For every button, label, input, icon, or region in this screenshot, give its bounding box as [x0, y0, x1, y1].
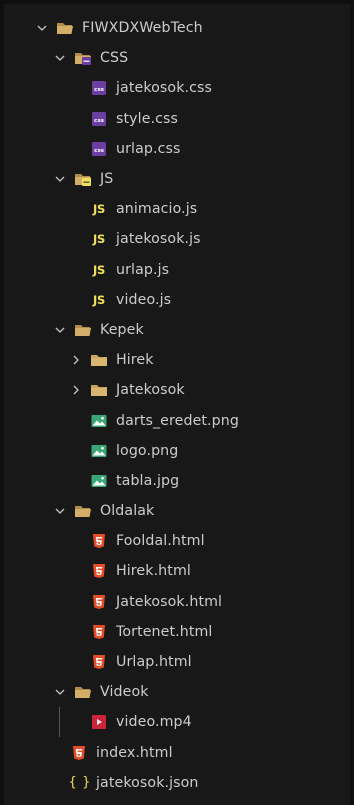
chevron-down-icon[interactable] [52, 684, 68, 700]
tree-file[interactable]: Urlap.html [4, 647, 350, 677]
js-file-icon: JS [93, 202, 105, 217]
tree-file[interactable]: video.mp4 [4, 707, 350, 738]
tree-item-label: jatekosok.json [96, 774, 199, 791]
folder-open-icon [74, 684, 92, 700]
tree-item-label: urlap.css [116, 140, 181, 157]
html5-file-icon [90, 594, 108, 610]
html5-file-icon [90, 624, 108, 640]
tree-item-label: darts_eredet.png [116, 412, 239, 429]
tree-item-label: Tortenet.html [116, 623, 213, 640]
tree-file[interactable]: Tortenet.html [4, 617, 350, 647]
css-file-icon [90, 80, 108, 96]
chevron-right-icon[interactable] [68, 382, 84, 398]
tree-item-label: Hirek [116, 352, 154, 369]
tree-file[interactable]: tabla.jpg [4, 466, 350, 496]
tree-item-label: JS [100, 171, 114, 188]
tree-file[interactable]: logo.png [4, 436, 350, 466]
tree-item-label: Hirek.html [116, 563, 191, 580]
tree-item-label: urlap.js [116, 261, 170, 278]
js-file-icon: JS [93, 232, 105, 247]
chevron-down-icon[interactable] [52, 50, 68, 66]
tree-item-label: Kepek [100, 321, 144, 338]
tree-file[interactable]: style.css [4, 104, 350, 134]
tree-file[interactable]: Jatekosok.html [4, 587, 350, 617]
css-file-icon [90, 141, 108, 157]
tree-item-label: tabla.jpg [116, 472, 180, 489]
tree-file[interactable]: darts_eredet.png [4, 405, 350, 435]
html5-file-icon [90, 563, 108, 579]
folder-closed-icon [90, 382, 108, 398]
indent-guide [59, 707, 60, 738]
tree-folder-videok[interactable]: Videok [4, 677, 350, 707]
tree-item-label: CSS [100, 50, 129, 67]
chevron-right-icon[interactable] [68, 352, 84, 368]
folder-open-icon [56, 20, 74, 36]
css-folder-open-icon [74, 50, 92, 66]
chevron-down-icon[interactable] [52, 171, 68, 187]
tree-item-label: FIWXDXWebTech [82, 20, 203, 37]
tree-file[interactable]: index.html [4, 738, 350, 768]
tree-item-label: Oldalak [100, 503, 155, 520]
css-file-icon [90, 111, 108, 127]
js-file-icon: JS [93, 262, 105, 277]
tree-folder-root[interactable]: FIWXDXWebTech [4, 13, 350, 43]
tree-file[interactable]: Hirek.html [4, 556, 350, 586]
tree-item-label: Fooldal.html [116, 533, 205, 550]
chevron-down-icon[interactable] [52, 503, 68, 519]
tree-item-label: Videok [100, 684, 149, 701]
tree-item-label: jatekosok.css [116, 80, 212, 97]
tree-item-label: video.mp4 [116, 714, 192, 731]
tree-folder-jatekosok[interactable]: Jatekosok [4, 375, 350, 405]
image-file-icon [90, 413, 108, 429]
tree-file[interactable]: urlap.css [4, 134, 350, 164]
chevron-down-icon[interactable] [52, 322, 68, 338]
tree-folder-js[interactable]: JS [4, 164, 350, 194]
tree-item-label: index.html [96, 744, 173, 761]
tree-folder-oldalak[interactable]: Oldalak [4, 496, 350, 526]
html5-file-icon [70, 745, 88, 761]
tree-item-label: animacio.js [116, 201, 198, 218]
folder-open-icon [74, 503, 92, 519]
tree-file[interactable]: jatekosok.css [4, 73, 350, 103]
folder-closed-icon [90, 352, 108, 368]
video-file-icon [90, 714, 108, 730]
tree-item-label: logo.png [116, 442, 179, 459]
js-file-icon: JS [93, 292, 105, 307]
chevron-down-icon[interactable] [34, 20, 50, 36]
image-file-icon [90, 473, 108, 489]
tree-item-label: Jatekosok.html [116, 593, 223, 610]
tree-folder-kepek[interactable]: Kepek [4, 315, 350, 345]
tree-item-label: video.js [116, 291, 172, 308]
tree-item-label: Jatekosok [116, 382, 185, 399]
html5-file-icon [90, 654, 108, 670]
tree-file[interactable]: JS urlap.js [4, 255, 350, 285]
tree-file[interactable]: { } jatekosok.json [4, 768, 350, 798]
image-file-icon [90, 443, 108, 459]
tree-folder-hirek[interactable]: Hirek [4, 345, 350, 375]
js-folder-open-icon [74, 171, 92, 187]
tree-folder-css[interactable]: CSS [4, 43, 350, 73]
tree-item-label: jatekosok.js [116, 231, 201, 248]
file-explorer: FIWXDXWebTech CSS jatekosok.css style.cs… [0, 0, 354, 805]
html5-file-icon [90, 533, 108, 549]
tree-item-label: Urlap.html [116, 654, 192, 671]
json-file-icon: { } [68, 775, 91, 791]
tree-file[interactable]: JS jatekosok.js [4, 224, 350, 254]
folder-open-icon [74, 322, 92, 338]
tree-file[interactable]: JS animacio.js [4, 194, 350, 224]
tree-file[interactable]: Fooldal.html [4, 526, 350, 556]
tree-item-label: style.css [116, 110, 179, 127]
tree-file[interactable]: JS video.js [4, 285, 350, 315]
